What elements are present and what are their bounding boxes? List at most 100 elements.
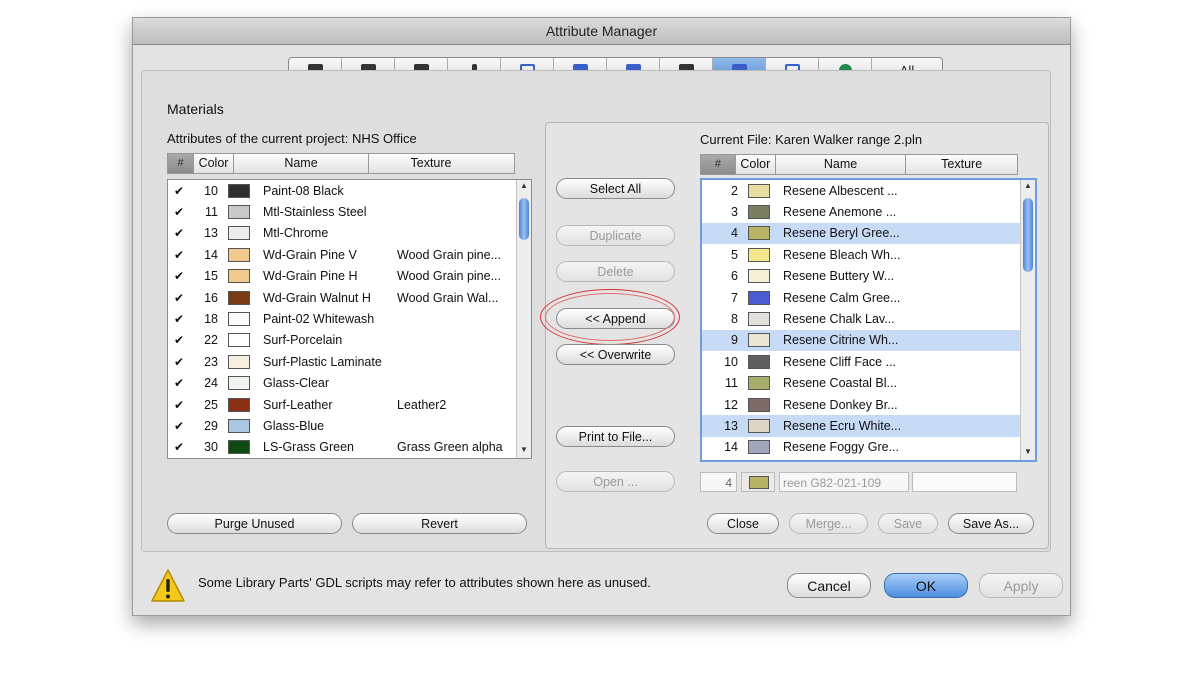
- row-number: 10: [724, 354, 738, 369]
- row-number: 6: [731, 269, 738, 284]
- row-texture: Wood Grain Wal...: [397, 290, 499, 305]
- table-row[interactable]: ✔ 18 Paint-02 Whitewash: [168, 308, 516, 329]
- table-row[interactable]: ✔ 14 Wd-Grain Pine V Wood Grain pine...: [168, 244, 516, 265]
- color-swatch: [228, 290, 250, 305]
- right-rows: 2 Resene Albescent ... 3 Resene Anemone ...…: [702, 180, 1020, 458]
- included-check-icon[interactable]: ✔: [168, 312, 190, 326]
- delete-button[interactable]: Delete: [556, 261, 675, 282]
- included-check-icon[interactable]: ✔: [168, 355, 190, 369]
- row-name: Resene Coastal Bl...: [783, 376, 897, 391]
- table-row[interactable]: ✔ 11 Mtl-Stainless Steel: [168, 201, 516, 222]
- included-check-icon[interactable]: ✔: [168, 419, 190, 433]
- header-hash[interactable]: #: [168, 154, 194, 173]
- row-number: 29: [204, 418, 218, 433]
- ok-button[interactable]: OK: [884, 573, 968, 598]
- cancel-button[interactable]: Cancel: [787, 573, 871, 598]
- save-as-button[interactable]: Save As...: [948, 513, 1034, 534]
- table-row[interactable]: ✔ 10 Paint-08 Black: [168, 180, 516, 201]
- row-name: Paint-02 Whitewash: [263, 312, 375, 327]
- open-button[interactable]: Open ...: [556, 471, 675, 492]
- merge-button[interactable]: Merge...: [789, 513, 868, 534]
- included-check-icon[interactable]: ✔: [168, 291, 190, 305]
- row-number: 14: [204, 247, 218, 262]
- header-hash[interactable]: #: [701, 155, 736, 174]
- duplicate-button[interactable]: Duplicate: [556, 225, 675, 246]
- table-row[interactable]: ✔ 30 LS-Grass Green Grass Green alpha: [168, 437, 516, 458]
- color-swatch: [748, 269, 770, 284]
- table-row[interactable]: 2 Resene Albescent ...: [702, 180, 1020, 201]
- row-name: Glass-Clear: [263, 376, 329, 391]
- header-name[interactable]: Name: [776, 155, 907, 174]
- row-name: Wd-Grain Walnut H: [263, 290, 371, 305]
- table-row[interactable]: 10 Resene Cliff Face ...: [702, 351, 1020, 372]
- table-row[interactable]: ✔ 16 Wd-Grain Walnut H Wood Grain Wal...: [168, 287, 516, 308]
- table-row[interactable]: ✔ 29 Glass-Blue: [168, 415, 516, 436]
- revert-button[interactable]: Revert: [352, 513, 527, 534]
- edit-color-swatch: [749, 476, 769, 489]
- included-check-icon[interactable]: ✔: [168, 184, 190, 198]
- overwrite-button[interactable]: << Overwrite: [556, 344, 675, 365]
- table-row[interactable]: ✔ 13 Mtl-Chrome: [168, 223, 516, 244]
- color-swatch: [228, 354, 250, 369]
- header-name[interactable]: Name: [234, 154, 369, 173]
- left-scroll-thumb[interactable]: [519, 198, 529, 240]
- scroll-down-arrow-icon[interactable]: ▼: [517, 445, 531, 457]
- row-number: 11: [205, 205, 218, 220]
- table-row[interactable]: ✔ 15 Wd-Grain Pine H Wood Grain pine...: [168, 266, 516, 287]
- purge-unused-button[interactable]: Purge Unused: [167, 513, 342, 534]
- table-row[interactable]: 6 Resene Buttery W...: [702, 266, 1020, 287]
- included-check-icon[interactable]: ✔: [168, 440, 190, 454]
- apply-button[interactable]: Apply: [979, 573, 1063, 598]
- section-title: Materials: [167, 101, 224, 117]
- close-file-button[interactable]: Close: [707, 513, 779, 534]
- row-name: Resene Cliff Face ...: [783, 354, 897, 369]
- save-button[interactable]: Save: [878, 513, 938, 534]
- row-name: Resene Beryl Gree...: [783, 226, 900, 241]
- table-row[interactable]: 7 Resene Calm Gree...: [702, 287, 1020, 308]
- row-number: 15: [204, 269, 218, 284]
- scroll-up-arrow-icon[interactable]: ▲: [1021, 181, 1035, 193]
- select-all-button[interactable]: Select All: [556, 178, 675, 199]
- header-color[interactable]: Color: [194, 154, 234, 173]
- project-materials-list[interactable]: ✔ 10 Paint-08 Black ✔ 11 Mtl-Stainless Steel ✔…: [167, 179, 532, 459]
- table-row[interactable]: ✔ 25 Surf-Leather Leather2: [168, 394, 516, 415]
- left-scrollbar[interactable]: ▲ ▼: [516, 180, 531, 458]
- included-check-icon[interactable]: ✔: [168, 398, 190, 412]
- right-scroll-thumb[interactable]: [1023, 198, 1033, 272]
- included-check-icon[interactable]: ✔: [168, 226, 190, 240]
- right-scrollbar[interactable]: ▲ ▼: [1020, 180, 1035, 460]
- included-check-icon[interactable]: ✔: [168, 269, 190, 283]
- right-table-header: # Color Name Texture: [700, 154, 1018, 175]
- header-texture[interactable]: Texture: [906, 155, 1017, 174]
- color-swatch: [748, 247, 770, 262]
- header-texture[interactable]: Texture: [369, 154, 493, 173]
- table-row[interactable]: ✔ 23 Surf-Plastic Laminate: [168, 351, 516, 372]
- edit-color-well[interactable]: [741, 472, 775, 492]
- color-swatch: [748, 418, 770, 433]
- print-to-file-button[interactable]: Print to File...: [556, 426, 675, 447]
- header-color[interactable]: Color: [736, 155, 776, 174]
- included-check-icon[interactable]: ✔: [168, 248, 190, 262]
- table-row[interactable]: 14 Resene Foggy Gre...: [702, 437, 1020, 458]
- color-swatch: [748, 397, 770, 412]
- table-row[interactable]: 9 Resene Citrine Wh...: [702, 329, 1020, 352]
- included-check-icon[interactable]: ✔: [168, 376, 190, 390]
- table-row[interactable]: 12 Resene Donkey Br...: [702, 394, 1020, 415]
- table-row[interactable]: ✔ 22 Surf-Porcelain: [168, 330, 516, 351]
- table-row[interactable]: 5 Resene Bleach Wh...: [702, 244, 1020, 265]
- table-row[interactable]: ✔ 24 Glass-Clear: [168, 373, 516, 394]
- edit-texture-field[interactable]: [912, 472, 1017, 492]
- table-row[interactable]: 13 Resene Ecru White...: [702, 415, 1020, 437]
- scroll-down-arrow-icon[interactable]: ▼: [1021, 447, 1035, 459]
- edit-name-field[interactable]: reen G82-021-109: [779, 472, 909, 492]
- table-row[interactable]: 11 Resene Coastal Bl...: [702, 373, 1020, 394]
- included-check-icon[interactable]: ✔: [168, 333, 190, 347]
- scroll-up-arrow-icon[interactable]: ▲: [517, 181, 531, 193]
- table-row[interactable]: 8 Resene Chalk Lav...: [702, 308, 1020, 329]
- table-row[interactable]: 4 Resene Beryl Gree...: [702, 222, 1020, 245]
- highlight-circle-inner: [545, 293, 675, 341]
- table-row[interactable]: 3 Resene Anemone ...: [702, 201, 1020, 222]
- included-check-icon[interactable]: ✔: [168, 205, 190, 219]
- edit-number-field[interactable]: 4: [700, 472, 737, 492]
- file-materials-list[interactable]: 2 Resene Albescent ... 3 Resene Anemone ...…: [700, 178, 1037, 462]
